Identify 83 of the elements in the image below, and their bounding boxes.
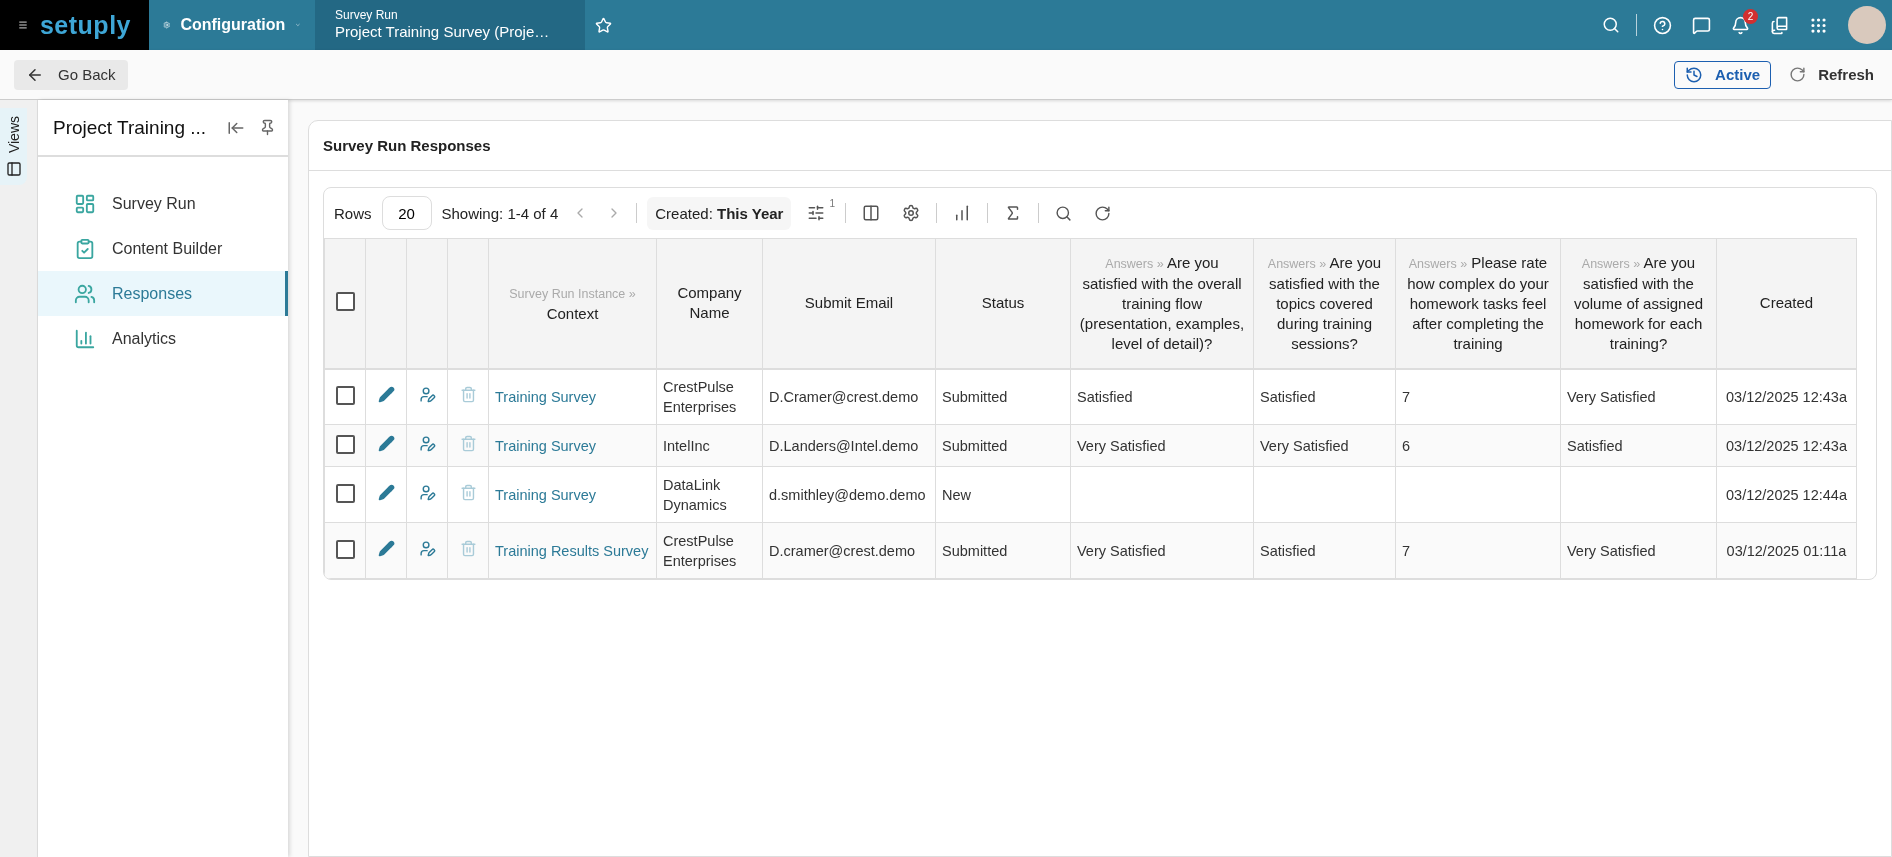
- logo: setuply: [39, 10, 131, 40]
- table-cell: Very Satisfied: [1567, 388, 1656, 405]
- table-cell: D.Landers@Intel.demo: [769, 437, 919, 454]
- table-cell: Satisfied: [1567, 437, 1623, 454]
- user-edit-icon[interactable]: [418, 539, 436, 557]
- sidebar-item[interactable]: Responses: [38, 271, 288, 316]
- table-cell: 6: [1402, 437, 1411, 454]
- edit-pencil-icon[interactable]: [377, 483, 395, 501]
- table-cell: D.cramer@crest.demo: [769, 542, 916, 559]
- checklist-icon: [74, 237, 96, 260]
- column-header: Company Name: [656, 238, 763, 369]
- page-title: Project Training Survey (Proje…: [335, 22, 551, 42]
- column-header: Status: [935, 238, 1071, 369]
- history-icon: [1685, 65, 1704, 84]
- bar-chart-icon: [74, 327, 96, 350]
- go-back-button[interactable]: Go Back: [14, 59, 128, 90]
- table-cell: Satisfied: [1260, 388, 1316, 405]
- rows-label: Rows: [334, 204, 372, 222]
- context-link[interactable]: Training Survey: [495, 388, 596, 405]
- column-header: Created: [1716, 238, 1857, 369]
- dashboard-grid-icon: [74, 192, 96, 215]
- edit-pencil-icon[interactable]: [377, 539, 395, 557]
- checkbox[interactable]: [335, 434, 355, 454]
- checkbox[interactable]: [335, 539, 355, 559]
- table-cell: 03/12/2025 12:44a: [1726, 486, 1847, 503]
- sidebar-item[interactable]: Content Builder: [38, 226, 288, 271]
- refresh-button[interactable]: Refresh: [1785, 62, 1878, 87]
- table-cell: Satisfied: [1260, 542, 1316, 559]
- table-cell: CrestPulse Enterprises: [663, 378, 737, 415]
- checkbox[interactable]: [335, 292, 355, 312]
- table-cell: d.smithley@demo.demo: [769, 486, 926, 503]
- table-cell: 7: [1402, 388, 1411, 405]
- table-cell: Submitted: [942, 542, 1008, 559]
- created-filter-chip[interactable]: Created: This Year: [647, 196, 792, 230]
- table-cell: Very Satisfied: [1077, 437, 1166, 454]
- notifications-button[interactable]: 2: [1721, 0, 1760, 50]
- table-cell: Satisfied: [1077, 388, 1133, 405]
- breadcrumb-caption: Survey Run: [335, 8, 399, 22]
- table-cell: 03/12/2025 12:43a: [1726, 437, 1847, 454]
- column-header: Answers » Please rate how complex do your homework tasks feel after completing the training: [1395, 238, 1561, 369]
- edit-pencil-icon[interactable]: [377, 434, 395, 452]
- table-cell: DataLink Dynamics: [663, 476, 727, 513]
- user-edit-icon[interactable]: [418, 483, 436, 501]
- table-cell: 03/12/2025 12:43a: [1726, 388, 1847, 405]
- rows-field[interactable]: 20: [381, 196, 432, 230]
- context-link[interactable]: Training Survey: [495, 486, 596, 503]
- pin-icon[interactable]: [259, 119, 276, 136]
- showing-count: Showing: 1-4 of 4: [441, 204, 559, 222]
- column-header: Answers » Are you satisfied with the volume of assigned homework for each training?: [1560, 238, 1717, 369]
- checkbox[interactable]: [335, 483, 355, 503]
- table-cell: D.Cramer@crest.demo: [769, 388, 919, 405]
- user-avatar[interactable]: [1848, 6, 1886, 44]
- panel-title: Survey Run Responses: [309, 121, 1891, 171]
- sidebar-title: Project Training ...: [53, 116, 208, 139]
- table-cell: IntelInc: [663, 437, 710, 454]
- table-cell: Very Satisfied: [1260, 437, 1349, 454]
- people-icon: [74, 282, 96, 305]
- table-cell: Submitted: [942, 388, 1008, 405]
- table-cell: Submitted: [942, 437, 1008, 454]
- column-header: Submit Email: [762, 238, 936, 369]
- sidebar-item[interactable]: Analytics: [38, 316, 288, 361]
- table-cell: CrestPulse Enterprises: [663, 532, 737, 569]
- table-cell: 03/12/2025 01:11a: [1726, 542, 1847, 559]
- bell-icon: [1731, 15, 1750, 35]
- notification-badge: 2: [1743, 9, 1758, 24]
- column-header: Answers » Are you satisfied with the topics covered during training sessions?: [1253, 238, 1396, 369]
- user-edit-icon[interactable]: [418, 434, 436, 452]
- sidebar-item[interactable]: Survey Run: [38, 181, 288, 226]
- column-header: Survey Run Instance » Context: [488, 238, 657, 369]
- column-header: Answers » Are you satisfied with the overall training flow (presentation, examples, level of detail)?: [1070, 238, 1254, 369]
- refresh-icon: [1789, 66, 1807, 83]
- user-edit-icon[interactable]: [418, 385, 436, 403]
- active-status-button[interactable]: Active: [1674, 60, 1772, 89]
- table-cell: 7: [1402, 542, 1411, 559]
- checkbox[interactable]: [335, 385, 355, 405]
- table-cell: Very Satisfied: [1567, 542, 1656, 559]
- edit-pencil-icon[interactable]: [377, 385, 395, 403]
- panel-icon: [5, 161, 22, 178]
- table-cell: Very Satisfied: [1077, 542, 1166, 559]
- views-tab[interactable]: Views: [0, 108, 27, 186]
- filter-count: 1: [829, 198, 835, 209]
- module-dropdown[interactable]: Configuration: [149, 0, 315, 50]
- table-cell: New: [942, 486, 971, 503]
